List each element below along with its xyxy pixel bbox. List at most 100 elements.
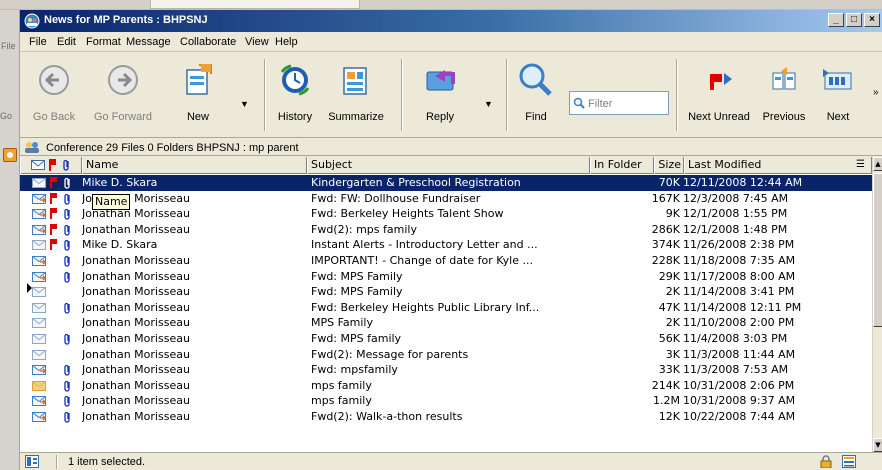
row-name: Jonathan Morisseau bbox=[82, 316, 190, 330]
message-row[interactable]: Jonathan Morisseau Fwd(2): Walk-a-thon re… bbox=[20, 409, 872, 425]
row-subject: Fwd: MPS Family bbox=[311, 269, 403, 283]
row-subject: Fwd: mpsfamily bbox=[311, 363, 398, 377]
row-name: Jonathan Morisseau bbox=[82, 332, 190, 345]
magnifier-icon bbox=[519, 63, 552, 96]
row-size: 167K bbox=[651, 191, 680, 205]
menu-collaborate[interactable]: Collaborate bbox=[180, 36, 236, 48]
gutter-app-icon[interactable] bbox=[3, 148, 17, 162]
row-last-modified: 12/3/2008 7:45 AM bbox=[683, 191, 789, 205]
row-size: 2K bbox=[665, 285, 680, 299]
row-last-modified: 11/18/2008 7:35 AM bbox=[683, 254, 796, 267]
flag-icon[interactable] bbox=[50, 208, 58, 220]
message-row[interactable]: Jonathan Morisseau Fwd: Berkeley Heights … bbox=[20, 206, 872, 222]
go-forward-button[interactable]: Go Forward bbox=[88, 59, 158, 123]
header-size[interactable]: Size bbox=[654, 157, 684, 174]
row-name: Jonathan Morisseau bbox=[82, 285, 190, 299]
flag-icon[interactable] bbox=[50, 223, 58, 235]
row-size: 2K bbox=[665, 316, 680, 330]
row-last-modified: 12/1/2008 1:55 PM bbox=[683, 207, 788, 221]
next-button[interactable]: Next bbox=[816, 59, 860, 123]
status-bar: 1 item selected. bbox=[20, 452, 882, 470]
previous-button[interactable]: Previous bbox=[758, 59, 810, 123]
title-bar[interactable]: News for MP Parents : BHPSNJ _ □ × bbox=[20, 10, 882, 32]
forward-arrow-icon bbox=[108, 65, 138, 95]
flag-icon[interactable] bbox=[50, 239, 58, 251]
maximize-button[interactable]: □ bbox=[846, 13, 862, 27]
menu-file[interactable]: File bbox=[29, 36, 47, 48]
header-subject[interactable]: Subject bbox=[307, 157, 590, 174]
close-button[interactable]: × bbox=[864, 13, 880, 27]
message-row[interactable]: Jonathan Morisseau mps family 1.2M 10/31/20… bbox=[20, 393, 872, 409]
flag-icon[interactable] bbox=[50, 177, 58, 188]
message-row[interactable]: Jonathan Morisseau Fwd: MPS Family 29K 11/1… bbox=[20, 269, 872, 285]
vertical-scrollbar[interactable]: ▲ ▼ bbox=[872, 157, 882, 452]
row-name: Jonathan Morisseau bbox=[82, 410, 190, 423]
row-subject: IMPORTANT! - Change of date for Kyle ... bbox=[311, 254, 533, 267]
message-row[interactable]: Jonathan Morisseau mps family 214K 10/31/20… bbox=[20, 378, 872, 394]
menu-help[interactable]: Help bbox=[275, 36, 298, 48]
scroll-down-button[interactable]: ▼ bbox=[873, 438, 882, 452]
scroll-thumb[interactable] bbox=[873, 173, 882, 327]
previous-message-icon bbox=[772, 67, 796, 90]
find-button[interactable]: Find bbox=[514, 59, 558, 123]
history-icon bbox=[280, 64, 310, 96]
toolbar-overflow-chevron[interactable]: » bbox=[873, 87, 879, 98]
message-row[interactable]: Jonathan Morisseau Fwd: FW: Dollhouse Fun… bbox=[20, 191, 872, 207]
message-row[interactable]: Jonathan Morisseau IMPORTANT! - Change o… bbox=[20, 253, 872, 269]
message-row[interactable]: Jonathan Morisseau Fwd: MPS family 56K 11/4… bbox=[20, 331, 872, 347]
list-view-icon[interactable] bbox=[25, 455, 39, 468]
history-button[interactable]: History bbox=[272, 59, 318, 123]
row-last-modified: 11/14/2008 3:41 PM bbox=[683, 285, 795, 299]
message-row[interactable]: Mike D. Skara Kindergarten & Preschool Re… bbox=[20, 175, 872, 191]
go-back-button[interactable]: Go Back bbox=[26, 59, 82, 123]
paperclip-icon bbox=[64, 302, 70, 314]
main-window: News for MP Parents : BHPSNJ _ □ × File … bbox=[20, 10, 882, 470]
menu-message[interactable]: Message bbox=[126, 36, 171, 48]
paperclip-icon bbox=[64, 333, 70, 345]
message-row[interactable]: Jonathan Morisseau Fwd(2): Message for pa… bbox=[20, 347, 872, 363]
header-last-modified[interactable]: Last Modified ☰ bbox=[684, 157, 872, 174]
row-size: 1.2M bbox=[653, 394, 680, 408]
header-name[interactable]: Name bbox=[82, 157, 307, 174]
back-arrow-icon bbox=[39, 65, 69, 95]
next-unread-button[interactable]: Next Unread bbox=[686, 59, 752, 123]
summarize-button[interactable]: Summarize bbox=[320, 59, 392, 123]
message-row[interactable]: Jonathan Morisseau Fwd(2): mps family 286K… bbox=[20, 222, 872, 238]
toolbar-separator bbox=[401, 59, 403, 131]
message-row[interactable]: Jonathan Morisseau Fwd: Berkeley Heights … bbox=[20, 300, 872, 316]
menu-format[interactable]: Format bbox=[86, 36, 121, 48]
filter-input[interactable]: Filter bbox=[569, 91, 669, 115]
new-document-icon bbox=[186, 64, 212, 95]
flag-icon[interactable] bbox=[50, 192, 58, 204]
scroll-up-button[interactable]: ▲ bbox=[873, 157, 882, 171]
row-name: Jonathan Morisseau bbox=[82, 394, 190, 408]
reply-dropdown-arrow[interactable]: ▼ bbox=[484, 99, 493, 109]
header-in-folder[interactable]: In Folder bbox=[590, 157, 654, 174]
message-list: Name Subject In Folder Size Last Modifie… bbox=[20, 157, 882, 452]
go-forward-label: Go Forward bbox=[93, 111, 153, 123]
row-name: Jonathan Morisseau bbox=[82, 222, 190, 236]
header-envelope-icon bbox=[31, 160, 45, 170]
read-message-icon bbox=[32, 178, 46, 188]
column-chooser-icon[interactable]: ☰ bbox=[856, 157, 865, 173]
status-divider bbox=[56, 455, 58, 469]
message-row[interactable]: Jonathan Morisseau MPS Family 2K 11/10/2008… bbox=[20, 315, 872, 331]
new-dropdown-arrow[interactable]: ▼ bbox=[240, 99, 249, 109]
row-size: 214K bbox=[651, 378, 680, 392]
new-button[interactable]: New bbox=[176, 59, 220, 123]
filter-search-icon bbox=[573, 97, 585, 109]
row-last-modified: 12/11/2008 12:44 AM bbox=[683, 176, 803, 189]
row-size: 12K bbox=[658, 410, 680, 423]
menu-view[interactable]: View bbox=[245, 36, 269, 48]
columns-layout-icon[interactable] bbox=[842, 455, 856, 468]
reply-button[interactable]: Reply bbox=[418, 59, 462, 123]
minimize-button[interactable]: _ bbox=[828, 13, 844, 27]
next-label: Next bbox=[826, 111, 850, 123]
message-row[interactable]: Jonathan Morisseau Fwd: MPS Family 2K 11/14… bbox=[20, 284, 872, 300]
message-row[interactable]: Jonathan Morisseau Fwd: mpsfamily 33K 11/3/… bbox=[20, 362, 872, 378]
header-icons-column[interactable] bbox=[20, 157, 82, 174]
menu-edit[interactable]: Edit bbox=[57, 36, 76, 48]
read-message-icon bbox=[32, 287, 46, 298]
gutter-file-fragment: File bbox=[1, 41, 16, 51]
message-row[interactable]: Mike D. Skara Instant Alerts - Introduct… bbox=[20, 237, 872, 253]
